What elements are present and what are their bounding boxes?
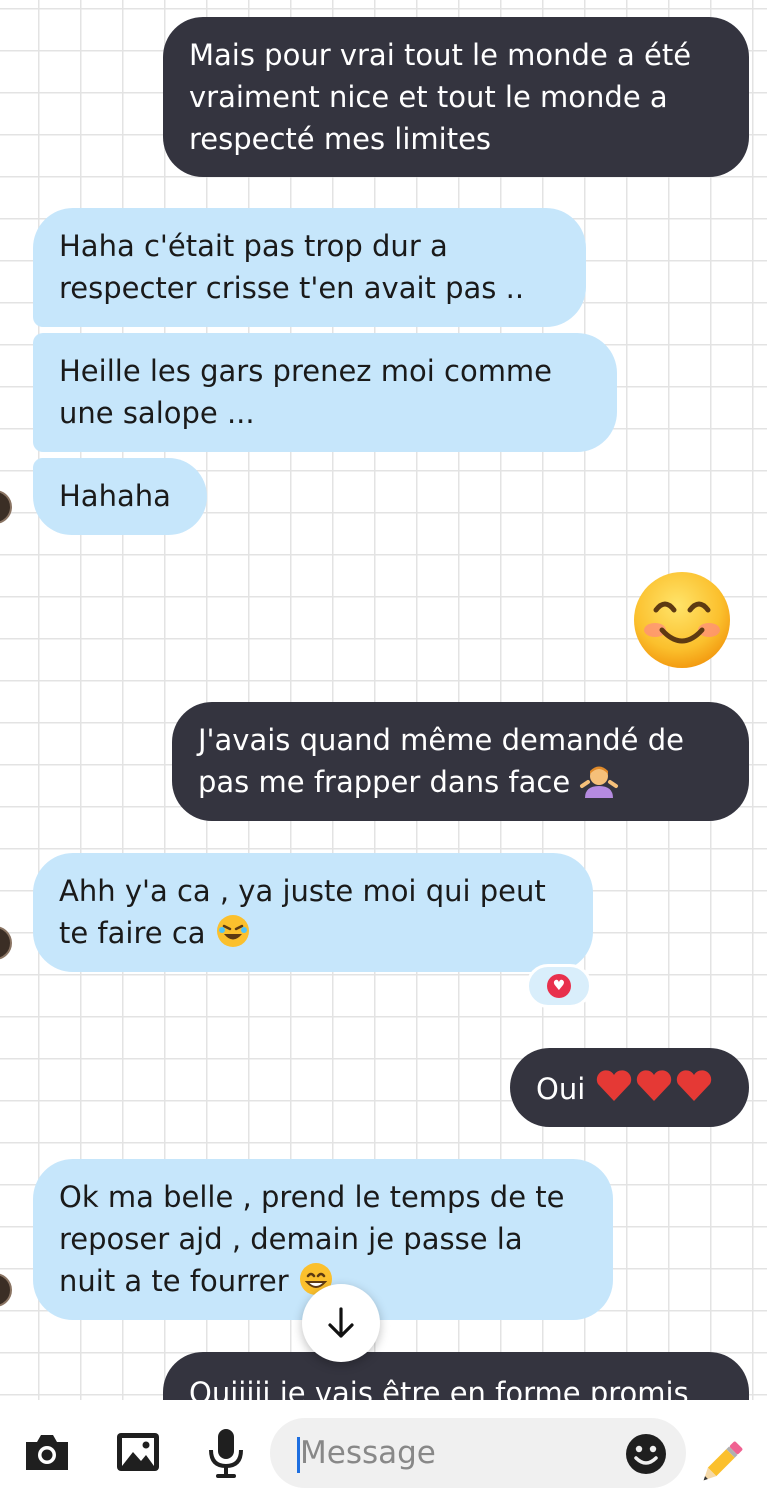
- emoji-icon: [626, 1434, 666, 1474]
- message-line: Ok ma belle , prend le temps de te: [59, 1180, 565, 1214]
- microphone-button[interactable]: [206, 1426, 246, 1480]
- gallery-icon: [117, 1433, 159, 1471]
- message-line: Heille les gars prenez moi comme: [59, 354, 553, 388]
- gallery-button[interactable]: [114, 1428, 162, 1476]
- emoji-button[interactable]: [624, 1432, 668, 1476]
- pencil-button[interactable]: [694, 1434, 750, 1490]
- avatar[interactable]: [0, 1273, 12, 1307]
- camera-icon: [26, 1435, 68, 1470]
- message-line: pas me frapper dans face: [198, 761, 723, 803]
- person-shrugging-emoji: [580, 766, 619, 798]
- message-line: respecter crisse t'en avait pas ..: [59, 271, 525, 305]
- three-hearts-emoji: [597, 1070, 712, 1101]
- sent-message[interactable]: Mais pour vrai tout le monde a été vraim…: [163, 17, 749, 177]
- message-line: J'avais quand même demandé de: [198, 723, 684, 757]
- message-line: une salope ...: [59, 396, 255, 430]
- message-input-placeholder: Message: [300, 1435, 436, 1471]
- message-line: Mais pour vrai tout le monde a été: [189, 38, 692, 72]
- message-thread[interactable]: Mais pour vrai tout le monde a été vraim…: [0, 0, 767, 1400]
- heart-icon: ♥: [547, 974, 571, 998]
- sent-message[interactable]: Oui: [510, 1048, 749, 1127]
- received-message[interactable]: Heille les gars prenez moi comme une sal…: [33, 333, 617, 452]
- sent-message[interactable]: Ouiiiii je vais être en forme promis: [163, 1352, 749, 1400]
- camera-button[interactable]: [22, 1430, 72, 1474]
- message-line: te faire ca: [59, 912, 567, 954]
- received-message[interactable]: Haha c'était pas trop dur a respecter cr…: [33, 208, 586, 327]
- composer-bar: Message: [0, 1400, 767, 1500]
- smiling-face-emoji[interactable]: [632, 570, 732, 670]
- heart-reaction[interactable]: ♥: [526, 964, 592, 1008]
- message-line: reposer ajd , demain je passe la: [59, 1222, 523, 1256]
- received-message[interactable]: Ahh y'a ca , ya juste moi qui peut te fa…: [33, 853, 593, 972]
- message-line: Hahaha: [59, 479, 171, 513]
- scroll-to-bottom-button[interactable]: [302, 1284, 380, 1362]
- received-message[interactable]: Hahaha: [33, 458, 207, 535]
- rolling-laughing-emoji: [216, 915, 249, 947]
- sent-message[interactable]: J'avais quand même demandé de pas me fra…: [172, 702, 749, 821]
- message-line: Haha c'était pas trop dur a: [59, 229, 448, 263]
- message-line: Ahh y'a ca , ya juste moi qui peut: [59, 874, 546, 908]
- message-line: Ouiiiii je vais être en forme promis: [189, 1376, 689, 1400]
- message-line: respecté mes limites: [189, 122, 492, 156]
- microphone-icon: [209, 1429, 243, 1478]
- message-input[interactable]: Message: [270, 1418, 686, 1488]
- avatar[interactable]: [0, 490, 12, 524]
- message-line: vraiment nice et tout le monde a: [189, 80, 668, 114]
- arrow-down-icon: [328, 1307, 354, 1338]
- avatar[interactable]: [0, 926, 12, 960]
- message-text: Oui: [536, 1072, 586, 1106]
- pencil-icon: [703, 1441, 743, 1481]
